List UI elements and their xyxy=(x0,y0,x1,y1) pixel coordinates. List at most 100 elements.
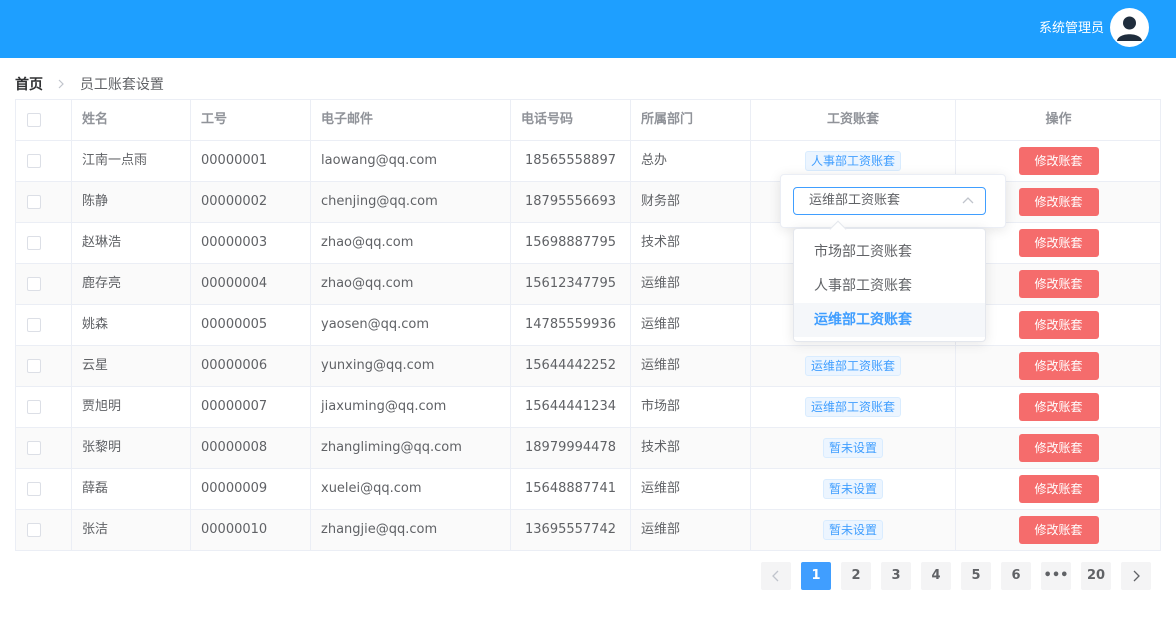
breadcrumb: 首页 员工账套设置 xyxy=(15,76,164,94)
cell-phone: 15648887741 xyxy=(511,469,631,509)
edit-salary-button[interactable]: 修改账套 xyxy=(1018,474,1099,503)
cell-phone: 15644442252 xyxy=(511,346,631,386)
top-header: 系统管理员 xyxy=(0,0,1176,58)
cell-email: chenjing@qq.com xyxy=(311,182,511,222)
select-option-selected[interactable]: 运维部工资账套 xyxy=(794,303,985,337)
salary-tag: 暂未设置 xyxy=(822,478,883,499)
column-header-action: 操作 xyxy=(1045,112,1072,127)
table-row: 薛磊 00000009 xuelei@qq.com 15648887741 运维… xyxy=(16,469,1160,510)
cell-email: jiaxuming@qq.com xyxy=(311,387,511,427)
cell-name: 张黎明 xyxy=(72,428,191,468)
page-button[interactable]: 20 xyxy=(1081,562,1111,590)
edit-salary-button[interactable]: 修改账套 xyxy=(1018,146,1099,175)
column-header-id: 工号 xyxy=(191,100,311,140)
salary-select[interactable]: 运维部工资账套 xyxy=(793,187,986,215)
next-page-button[interactable] xyxy=(1121,562,1151,590)
page-button[interactable]: 2 xyxy=(841,562,871,590)
page-button[interactable]: 5 xyxy=(961,562,991,590)
cell-dept: 运维部 xyxy=(631,510,751,550)
salary-select-popover: 运维部工资账套 xyxy=(780,174,1006,228)
cell-phone: 18565558897 xyxy=(511,141,631,181)
column-header-salary: 工资账套 xyxy=(751,100,956,140)
edit-salary-button[interactable]: 修改账套 xyxy=(1018,515,1099,544)
edit-salary-button[interactable]: 修改账套 xyxy=(1018,228,1099,257)
breadcrumb-home[interactable]: 首页 xyxy=(15,77,43,93)
cell-name: 江南一点雨 xyxy=(72,141,191,181)
row-checkbox[interactable] xyxy=(27,236,41,250)
user-avatar-icon[interactable] xyxy=(1110,8,1149,47)
cell-email: xuelei@qq.com xyxy=(311,469,511,509)
cell-email: yunxing@qq.com xyxy=(311,346,511,386)
table-header-row: 姓名 工号 电子邮件 电话号码 所属部门 工资账套 操作 xyxy=(16,100,1160,141)
edit-salary-button[interactable]: 修改账套 xyxy=(1018,392,1099,421)
page-button[interactable]: 3 xyxy=(881,562,911,590)
column-header-email: 电子邮件 xyxy=(311,100,511,140)
prev-page-button[interactable] xyxy=(761,562,791,590)
cell-phone: 14785559936 xyxy=(511,305,631,345)
cell-name: 姚森 xyxy=(72,305,191,345)
cell-id: 00000001 xyxy=(191,141,311,181)
page-button[interactable]: 1 xyxy=(801,562,831,590)
select-all-checkbox[interactable] xyxy=(27,113,41,127)
page-button[interactable]: 6 xyxy=(1001,562,1031,590)
cell-dept: 财务部 xyxy=(631,182,751,222)
chevron-up-icon xyxy=(961,194,975,208)
table-row: 贾旭明 00000007 jiaxuming@qq.com 1564444123… xyxy=(16,387,1160,428)
cell-dept: 市场部 xyxy=(631,387,751,427)
row-checkbox[interactable] xyxy=(27,154,41,168)
cell-dept: 总办 xyxy=(631,141,751,181)
edit-salary-button[interactable]: 修改账套 xyxy=(1018,269,1099,298)
cell-dept: 技术部 xyxy=(631,428,751,468)
table-row: 姚森 00000005 yaosen@qq.com 14785559936 运维… xyxy=(16,305,1160,346)
cell-dept: 运维部 xyxy=(631,305,751,345)
cell-email: laowang@qq.com xyxy=(311,141,511,181)
page-button[interactable]: 4 xyxy=(921,562,951,590)
table-row: 鹿存亮 00000004 zhao@qq.com 15612347795 运维部… xyxy=(16,264,1160,305)
cell-phone: 13695557742 xyxy=(511,510,631,550)
select-option[interactable]: 市场部工资账套 xyxy=(794,235,985,269)
cell-name: 陈静 xyxy=(72,182,191,222)
cell-phone: 18979994478 xyxy=(511,428,631,468)
salary-tag: 运维部工资账套 xyxy=(804,396,901,417)
cell-id: 00000004 xyxy=(191,264,311,304)
row-checkbox[interactable] xyxy=(27,523,41,537)
cell-dept: 运维部 xyxy=(631,469,751,509)
cell-name: 贾旭明 xyxy=(72,387,191,427)
row-checkbox[interactable] xyxy=(27,277,41,291)
edit-salary-button[interactable]: 修改账套 xyxy=(1018,187,1099,216)
user-name[interactable]: 系统管理员 xyxy=(1039,20,1104,38)
select-option[interactable]: 人事部工资账套 xyxy=(794,269,985,303)
edit-salary-button[interactable]: 修改账套 xyxy=(1018,433,1099,462)
column-header-name: 姓名 xyxy=(72,100,191,140)
cell-id: 00000006 xyxy=(191,346,311,386)
row-checkbox[interactable] xyxy=(27,441,41,455)
chevron-right-icon xyxy=(57,76,65,94)
table-row: 云星 00000006 yunxing@qq.com 15644442252 运… xyxy=(16,346,1160,387)
cell-id: 00000007 xyxy=(191,387,311,427)
row-checkbox[interactable] xyxy=(27,359,41,373)
cell-id: 00000008 xyxy=(191,428,311,468)
cell-email: zhao@qq.com xyxy=(311,264,511,304)
cell-email: zhao@qq.com xyxy=(311,223,511,263)
row-checkbox[interactable] xyxy=(27,318,41,332)
cell-email: zhangjie@qq.com xyxy=(311,510,511,550)
salary-tag: 暂未设置 xyxy=(822,519,883,540)
table-row: 张洁 00000010 zhangjie@qq.com 13695557742 … xyxy=(16,510,1160,551)
salary-tag: 人事部工资账套 xyxy=(804,150,901,171)
cell-phone: 15644441234 xyxy=(511,387,631,427)
more-pages-icon[interactable]: ••• xyxy=(1041,562,1071,590)
row-checkbox[interactable] xyxy=(27,195,41,209)
breadcrumb-current: 员工账套设置 xyxy=(79,77,164,93)
edit-salary-button[interactable]: 修改账套 xyxy=(1018,310,1099,339)
cell-id: 00000005 xyxy=(191,305,311,345)
edit-salary-button[interactable]: 修改账套 xyxy=(1018,351,1099,380)
cell-name: 张洁 xyxy=(72,510,191,550)
salary-tag: 运维部工资账套 xyxy=(804,355,901,376)
row-checkbox[interactable] xyxy=(27,482,41,496)
cell-name: 薛磊 xyxy=(72,469,191,509)
row-checkbox[interactable] xyxy=(27,400,41,414)
column-header-dept: 所属部门 xyxy=(631,100,751,140)
cell-id: 00000010 xyxy=(191,510,311,550)
cell-name: 鹿存亮 xyxy=(72,264,191,304)
cell-phone: 18795556693 xyxy=(511,182,631,222)
